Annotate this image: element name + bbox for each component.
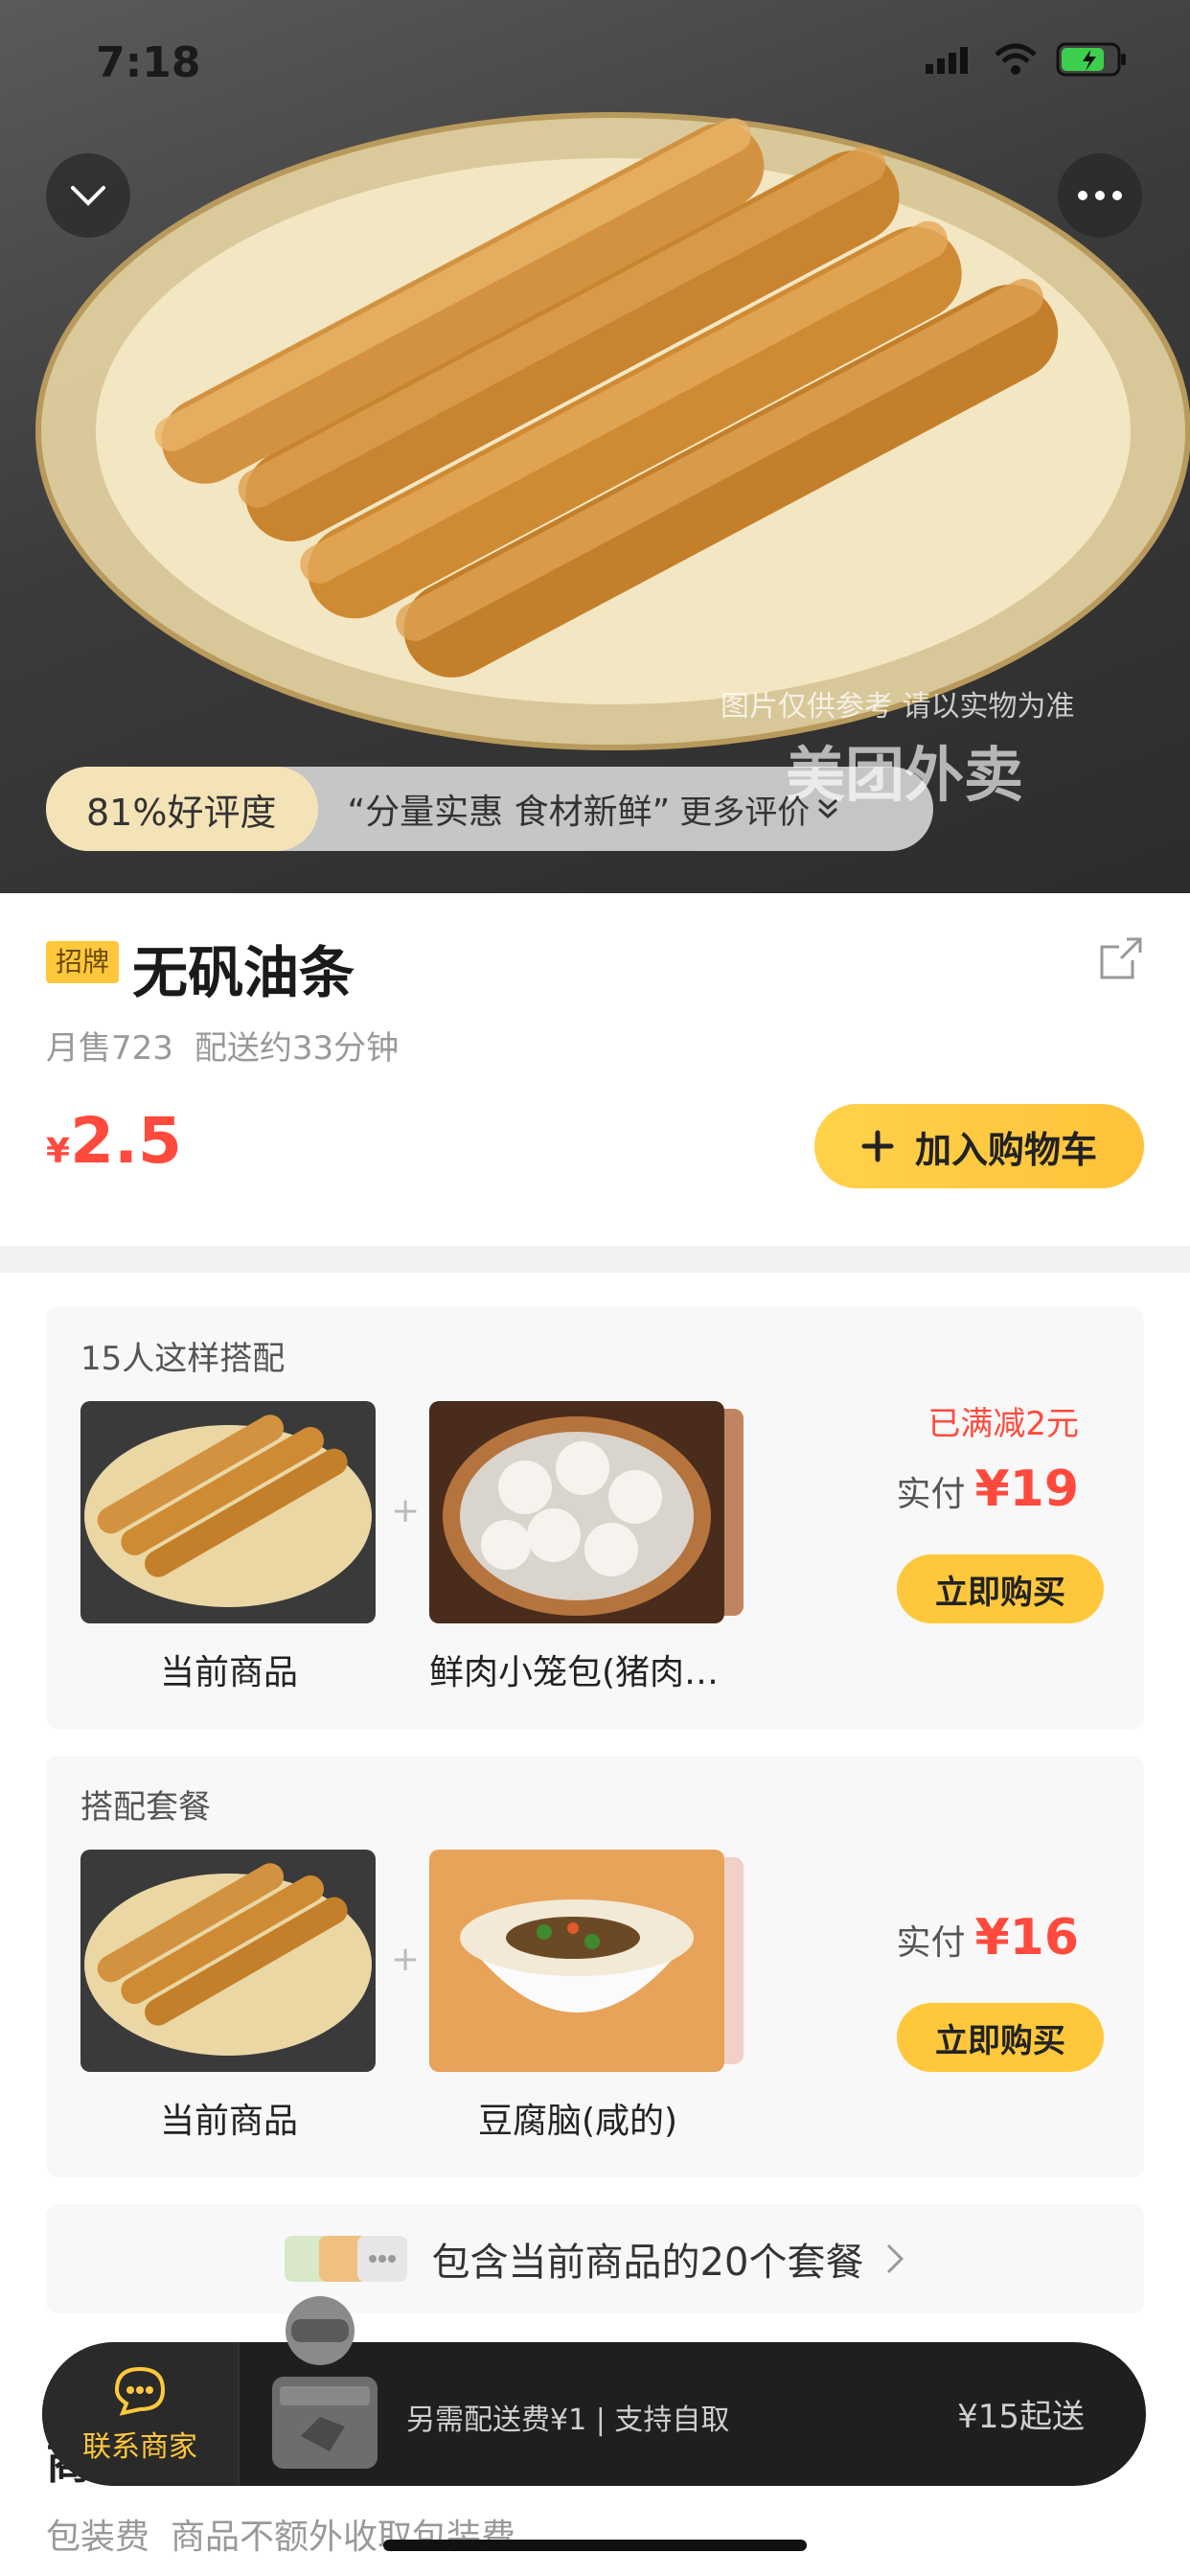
- combo-item-label-current: 当前商品: [159, 1653, 298, 1692]
- combo-item-image-current[interactable]: [80, 1401, 376, 1623]
- section-divider: [0, 1246, 1190, 1273]
- youtiao-thumbnail: [80, 1850, 376, 2072]
- review-summary-bar[interactable]: 81%好评度 “分量实惠 食材新鲜” 更多评价: [46, 767, 933, 851]
- combo-title: 搭配套餐: [80, 1788, 211, 1827]
- review-quote: “分量实惠 食材新鲜”: [347, 793, 671, 832]
- product-price: ¥2.5: [46, 1104, 182, 1178]
- more-options-button[interactable]: [1058, 153, 1142, 238]
- image-disclaimer: 图片仅供参考 请以实物为准: [721, 690, 1075, 724]
- chevron-down-icon: [71, 186, 105, 206]
- delivery-fee-note: 另需配送费¥1 | 支持自取: [406, 2404, 730, 2437]
- combo-item-image-tofu[interactable]: [429, 1850, 724, 2072]
- youtiao-thumbnail: [80, 1401, 376, 1623]
- signal-icon: [926, 47, 968, 74]
- combo-item-label-tofu: 豆腐脑(咸的): [477, 2102, 678, 2141]
- pay-label: 实付: [896, 1475, 966, 1514]
- plus-icon: [861, 1130, 894, 1162]
- signature-badge: 招牌: [46, 941, 120, 983]
- minimum-order: ¥15起送: [957, 2398, 1085, 2436]
- share-button[interactable]: [1098, 935, 1144, 985]
- more-combos-link[interactable]: 包含当前商品的20个套餐: [46, 2204, 1144, 2313]
- discount-text: 已满减2元: [927, 1405, 1079, 1443]
- product-hero-image[interactable]: 7:18 图片仅供参考 请以实物为准 美团外卖 81%好评度 “分量实惠: [0, 0, 1190, 893]
- combo-card-set[interactable]: 搭配套餐 + 当前商品 豆腐脑(咸的) 实付 ¥16 立即购买: [46, 1756, 1144, 2177]
- status-time: 7:18: [96, 38, 201, 87]
- product-name: 无矾油条: [132, 940, 355, 1005]
- combo-pay: 实付 ¥16: [896, 1909, 1079, 1966]
- contact-merchant-label: 联系商家: [82, 2430, 197, 2464]
- combo-item-label-baozi: 鲜肉小笼包(猪肉…: [429, 1653, 720, 1692]
- collapse-button[interactable]: [46, 153, 130, 238]
- wifi-icon: [995, 43, 1037, 75]
- home-indicator[interactable]: [383, 2540, 807, 2551]
- combo-card-popular[interactable]: 15人这样搭配 + 当前商品 鲜肉小笼包(猪肉… 已满减2元 实付 ¥19 立即购…: [46, 1307, 1144, 1729]
- add-to-cart-button[interactable]: 加入购物车: [814, 1104, 1144, 1188]
- review-score: 81%好评度: [46, 767, 319, 851]
- more-reviews-link[interactable]: 更多评价: [679, 786, 840, 833]
- more-items-peek: [724, 1409, 744, 1616]
- monthly-sales: 月售723: [46, 1029, 173, 1068]
- delivery-time: 配送约33分钟: [194, 1029, 400, 1068]
- double-chevron-down-icon: [818, 798, 838, 819]
- checkout-bar[interactable]: 联系商家 另需配送费¥1 | 支持自取 ¥15起送: [42, 2296, 1146, 2486]
- more-items-peek: [724, 1857, 744, 2064]
- pay-label: 实付: [896, 1923, 966, 1963]
- packaging-fee: 包装费 商品不额外收取包装费: [46, 2509, 515, 2559]
- courier-mascot-icon: [272, 2296, 378, 2469]
- price-currency: ¥: [46, 1132, 71, 1171]
- combo-item-image-current[interactable]: [80, 1850, 376, 2072]
- product-info: 招牌 无矾油条 月售723 配送约33分钟 ¥2.5 加入购物车: [0, 893, 1190, 1246]
- price-value: 2.5: [70, 1104, 182, 1178]
- combo-item-label-current: 当前商品: [159, 2102, 298, 2141]
- more-dots-icon: [1078, 191, 1122, 200]
- more-combos-text: 包含当前商品的20个套餐: [431, 2241, 864, 2285]
- status-icons: [926, 42, 1129, 77]
- share-icon: [1100, 937, 1142, 979]
- buy-now-button[interactable]: 立即购买: [897, 1554, 1104, 1623]
- plus-sign: +: [391, 1940, 421, 1979]
- xiaolongbao-thumbnail: [429, 1401, 724, 1623]
- plus-sign: +: [391, 1491, 421, 1530]
- pay-amount: ¥19: [974, 1460, 1079, 1518]
- battery-icon: [1056, 42, 1126, 77]
- combo-item-image-baozi[interactable]: [429, 1401, 724, 1623]
- fee-label: 包装费: [46, 2518, 150, 2557]
- pay-amount: ¥16: [974, 1909, 1079, 1966]
- chat-bubble-icon: [114, 2366, 166, 2416]
- buy-now-button[interactable]: 立即购买: [897, 2003, 1104, 2072]
- combo-pay: 实付 ¥19: [896, 1460, 1079, 1518]
- more-reviews-label: 更多评价: [679, 793, 811, 832]
- tofu-pudding-thumbnail: [429, 1850, 724, 2072]
- product-meta: 月售723 配送约33分钟: [46, 1022, 399, 1069]
- contact-merchant-button[interactable]: 联系商家: [42, 2342, 240, 2486]
- combo-title: 15人这样搭配: [80, 1340, 286, 1378]
- combo-stack-icon: [284, 2236, 407, 2282]
- chevron-right-icon: [887, 2243, 904, 2274]
- add-to-cart-label: 加入购物车: [914, 1128, 1097, 1171]
